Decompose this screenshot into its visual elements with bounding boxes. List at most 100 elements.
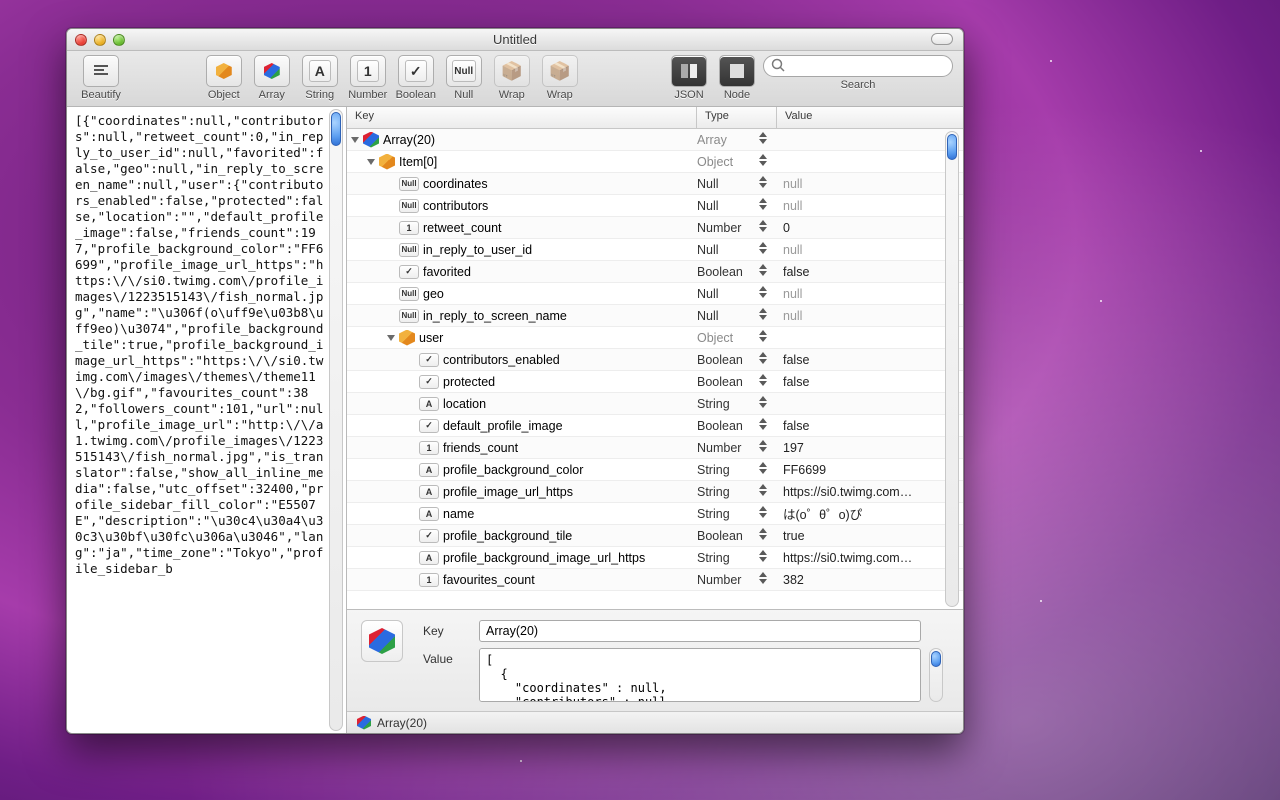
tree-value[interactable]: false — [783, 375, 809, 389]
disclosure-triangle-icon[interactable] — [387, 335, 395, 341]
tree-row[interactable]: AnameStringは(o゜θ゜o)ぴ — [347, 503, 963, 525]
source-text[interactable]: [{"coordinates":null,"contributors":null… — [67, 107, 346, 583]
tree-row[interactable]: Aprofile_background_colorStringFF6699 — [347, 459, 963, 481]
tree-value[interactable]: は(o゜θ゜o)ぴ — [783, 508, 862, 522]
type-badge-icon: Null — [399, 309, 419, 323]
tree-key: default_profile_image — [443, 419, 563, 433]
tree-row[interactable]: Item[0]Object — [347, 151, 963, 173]
tree-value[interactable]: 0 — [783, 221, 790, 235]
window-close-button[interactable] — [75, 34, 87, 46]
tree-row[interactable]: ✓favoritedBooleanfalse — [347, 261, 963, 283]
detail-key-field[interactable] — [479, 620, 921, 642]
toolbar-array[interactable]: Array — [250, 55, 294, 101]
disclosure-triangle-icon[interactable] — [351, 137, 359, 143]
tree-row[interactable]: NullgeoNullnull — [347, 283, 963, 305]
type-stepper[interactable] — [759, 550, 771, 566]
tree-key: favourites_count — [443, 573, 535, 587]
tree-value[interactable]: false — [783, 353, 809, 367]
type-stepper[interactable] — [759, 440, 771, 456]
detail-scrollbar[interactable] — [929, 648, 943, 702]
tree-value[interactable]: https://si0.twimg.com… — [783, 485, 912, 499]
tree-value[interactable]: null — [783, 177, 802, 191]
tree-row[interactable]: ✓contributors_enabledBooleanfalse — [347, 349, 963, 371]
tree-value[interactable]: 197 — [783, 441, 804, 455]
type-stepper[interactable] — [759, 154, 771, 170]
array-icon — [264, 63, 280, 79]
toolbar-object[interactable]: Object — [202, 55, 246, 101]
toolbar-boolean[interactable]: ✓ Boolean — [394, 55, 438, 101]
tree-row[interactable]: ✓protectedBooleanfalse — [347, 371, 963, 393]
tree-row[interactable]: Array(20)Array — [347, 129, 963, 151]
tree-row[interactable]: NullcontributorsNullnull — [347, 195, 963, 217]
tree-type: Object — [697, 331, 733, 345]
boolean-icon: ✓ — [405, 60, 427, 82]
tree-row[interactable]: 1retweet_countNumber0 — [347, 217, 963, 239]
toolbar-string[interactable]: A String — [298, 55, 342, 101]
type-stepper[interactable] — [759, 484, 771, 500]
type-stepper[interactable] — [759, 132, 771, 148]
tree-value[interactable]: null — [783, 309, 802, 323]
tree-row[interactable]: Nullin_reply_to_screen_nameNullnull — [347, 305, 963, 327]
tree-value[interactable]: null — [783, 243, 802, 257]
toolbar-number[interactable]: 1 Number — [346, 55, 390, 101]
type-stepper[interactable] — [759, 286, 771, 302]
tree-key: in_reply_to_screen_name — [423, 309, 567, 323]
toolbar-toggle-pill[interactable] — [931, 33, 953, 45]
tree-row[interactable]: NullcoordinatesNullnull — [347, 173, 963, 195]
tree-value[interactable]: FF6699 — [783, 463, 826, 477]
header-key[interactable]: Key — [347, 107, 697, 128]
tree-row[interactable]: userObject — [347, 327, 963, 349]
disclosure-triangle-icon[interactable] — [367, 159, 375, 165]
tree-type: String — [697, 397, 730, 411]
tree-value[interactable]: false — [783, 419, 809, 433]
type-stepper[interactable] — [759, 572, 771, 588]
window-zoom-button[interactable] — [113, 34, 125, 46]
tree-row[interactable]: Aprofile_background_image_url_httpsStrin… — [347, 547, 963, 569]
type-stepper[interactable] — [759, 418, 771, 434]
tree-body[interactable]: Array(20)ArrayItem[0]ObjectNullcoordinat… — [347, 129, 963, 609]
toolbar-null[interactable]: Null Null — [442, 55, 486, 101]
toolbar-json-view[interactable]: JSON — [667, 55, 711, 101]
type-stepper[interactable] — [759, 462, 771, 478]
toolbar-beautify[interactable]: Beautify — [77, 55, 125, 101]
status-path: Array(20) — [377, 716, 427, 730]
search-input[interactable] — [763, 55, 953, 77]
tree-value[interactable]: https://si0.twimg.com… — [783, 551, 912, 565]
type-stepper[interactable] — [759, 396, 771, 412]
window-minimize-button[interactable] — [94, 34, 106, 46]
tree-value[interactable]: 382 — [783, 573, 804, 587]
detail-value-field[interactable] — [479, 648, 921, 702]
type-stepper[interactable] — [759, 528, 771, 544]
type-stepper[interactable] — [759, 220, 771, 236]
toolbar-wrap-2[interactable]: 📦 Wrap — [538, 55, 582, 101]
header-type[interactable]: Type — [697, 107, 777, 128]
type-stepper[interactable] — [759, 506, 771, 522]
beautify-icon — [92, 62, 110, 80]
object-icon — [216, 63, 232, 79]
tree-row[interactable]: AlocationString — [347, 393, 963, 415]
tree-row[interactable]: ✓profile_background_tileBooleantrue — [347, 525, 963, 547]
tree-scrollbar[interactable] — [945, 131, 961, 607]
type-stepper[interactable] — [759, 198, 771, 214]
toolbar-node-view[interactable]: Node — [715, 55, 759, 101]
type-stepper[interactable] — [759, 264, 771, 280]
tree-value[interactable]: false — [783, 265, 809, 279]
type-stepper[interactable] — [759, 352, 771, 368]
type-stepper[interactable] — [759, 242, 771, 258]
source-scrollbar[interactable] — [328, 109, 344, 731]
tree-value[interactable]: null — [783, 287, 802, 301]
type-stepper[interactable] — [759, 308, 771, 324]
type-stepper[interactable] — [759, 330, 771, 346]
type-stepper[interactable] — [759, 176, 771, 192]
tree-row[interactable]: 1favourites_countNumber382 — [347, 569, 963, 591]
toolbar-wrap-1[interactable]: 📦 Wrap — [490, 55, 534, 101]
tree-value[interactable]: null — [783, 199, 802, 213]
tree-row[interactable]: 1friends_countNumber197 — [347, 437, 963, 459]
type-stepper[interactable] — [759, 374, 771, 390]
tree-value[interactable]: true — [783, 529, 805, 543]
tree-row[interactable]: ✓default_profile_imageBooleanfalse — [347, 415, 963, 437]
header-value[interactable]: Value — [777, 107, 963, 128]
tree-row[interactable]: Aprofile_image_url_httpsStringhttps://si… — [347, 481, 963, 503]
titlebar[interactable]: Untitled — [67, 29, 963, 51]
tree-row[interactable]: Nullin_reply_to_user_idNullnull — [347, 239, 963, 261]
